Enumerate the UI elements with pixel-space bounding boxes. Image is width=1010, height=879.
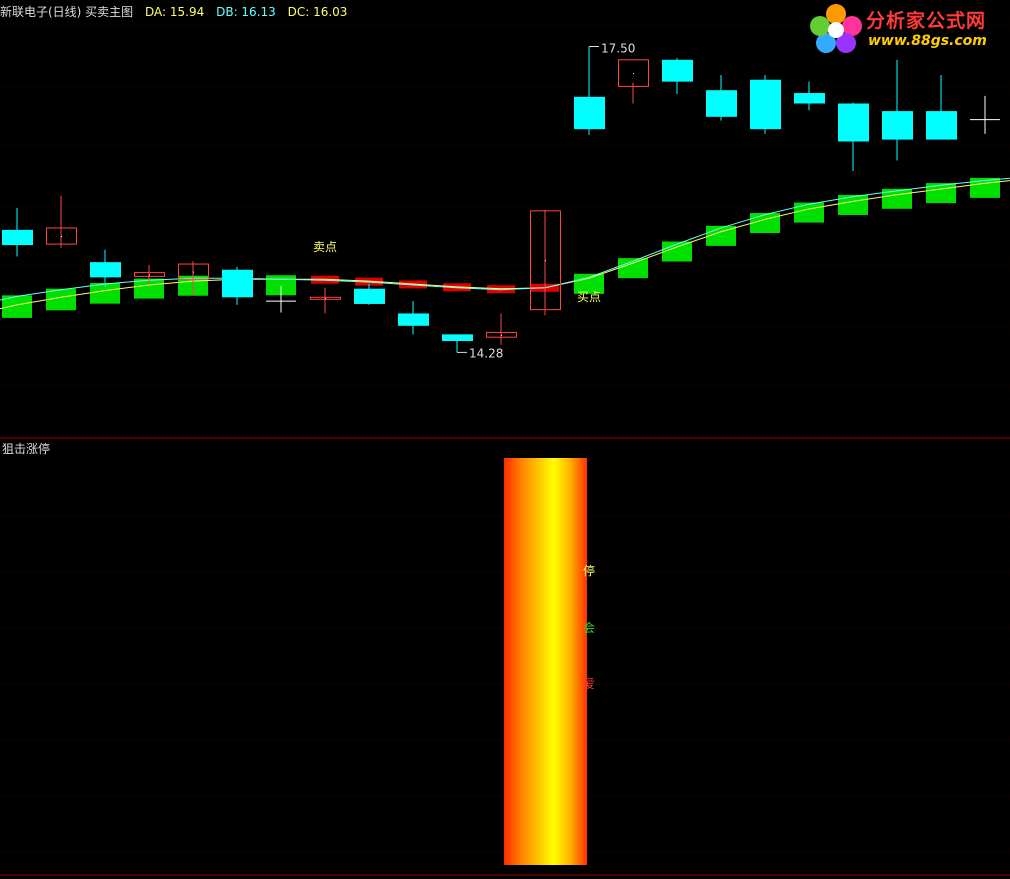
candle-body <box>90 262 121 278</box>
limit-up-bar <box>504 458 587 865</box>
dc-readout: DC: 16.03 <box>287 5 348 19</box>
side-label: 会 <box>583 621 595 635</box>
candle-body <box>882 111 913 140</box>
candle-body <box>750 79 781 130</box>
chart-labels: 卖点买点 17.50 14.28 <box>313 42 635 361</box>
candle-body <box>706 90 737 117</box>
candle-body <box>398 313 429 326</box>
max-price-label: 17.50 <box>601 42 635 56</box>
flower-logo-icon <box>810 4 862 53</box>
indicator-title: 狙击涨停 <box>2 442 51 456</box>
candle-body <box>794 93 825 104</box>
signal-band <box>2 177 1000 318</box>
site-logo: 分析家公式网 www.88gs.com <box>808 2 1004 54</box>
candle-dot <box>61 236 62 238</box>
candle-body <box>222 269 253 298</box>
signal-label: 买点 <box>577 290 601 304</box>
logo-text: 分析家公式网 <box>866 10 987 32</box>
side-label: 爱 <box>583 677 595 691</box>
candle-body <box>442 334 473 341</box>
da-readout: DA: 15.94 <box>145 5 205 19</box>
candle-dot <box>325 298 326 300</box>
chart-title: 新联电子(日线) 买卖主图 <box>0 5 134 19</box>
candle-body <box>926 111 957 140</box>
candle-dot <box>193 271 194 273</box>
candle-dot <box>501 334 502 336</box>
chart-canvas: 卖点买点 17.50 14.28 停会爱 <box>0 25 1010 876</box>
logo-url: www.88gs.com <box>868 33 987 49</box>
candle-body <box>354 288 385 304</box>
candle-dot <box>633 73 634 75</box>
candle-dot <box>545 260 546 262</box>
indicator-panel: 停会爱 <box>504 458 595 865</box>
candle-body <box>574 96 605 130</box>
db-readout: DB: 16.13 <box>216 5 276 19</box>
candle-body <box>662 59 693 82</box>
min-price-label: 14.28 <box>469 346 503 360</box>
candle-dot <box>149 274 150 276</box>
signal-label: 卖点 <box>313 240 337 254</box>
band-block <box>750 213 780 234</box>
candle-body <box>838 103 869 142</box>
chart-header: 新联电子(日线) 买卖主图 DA: 15.94 DB: 16.13 DC: 16… <box>0 3 355 20</box>
band-block <box>794 202 824 223</box>
side-label: 停 <box>583 563 595 578</box>
candle-body <box>2 229 33 246</box>
